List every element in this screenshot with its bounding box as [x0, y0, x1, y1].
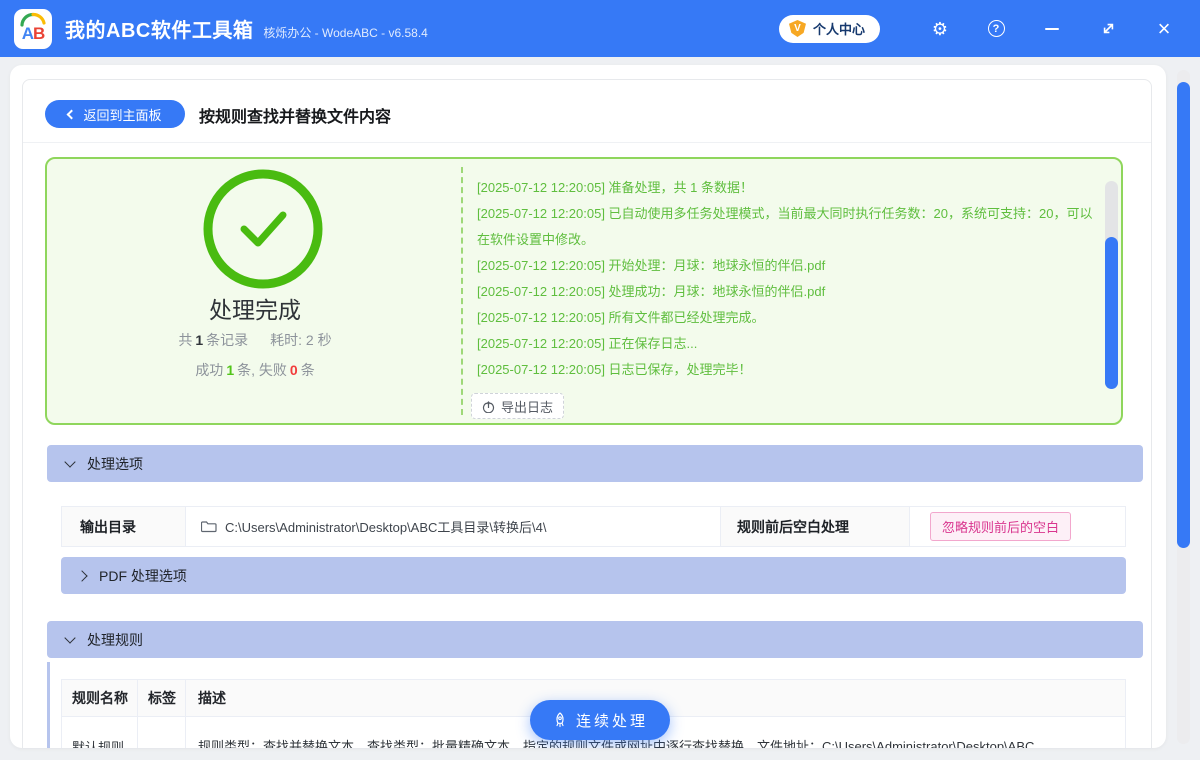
output-dir-value[interactable]: C:\Users\Administrator\Desktop\ABC工具目录\转…: [186, 507, 720, 546]
whitespace-value: 忽略规则前后的空白: [910, 507, 1125, 546]
rule-tag-cell: [138, 717, 186, 748]
result-summary: 处理完成 共1条记录耗时: 2 秒 成功1条, 失败0条: [47, 159, 463, 423]
rocket-icon: [552, 712, 568, 728]
log-entry: [2025-07-12 12:20:05] 准备处理，共 1 条数据！: [477, 175, 1095, 201]
output-dir-label: 输出目录: [62, 507, 186, 546]
app-window: AB 我的ABC软件工具箱 核烁办公 - WodeABC - v6.58.4 V…: [0, 0, 1200, 760]
log-entry: [2025-07-12 12:20:05] 正在保存日志...: [477, 331, 1095, 357]
section-processing-rules[interactable]: 处理规则: [47, 621, 1143, 658]
header-divider: [23, 142, 1151, 143]
log-entry: [2025-07-12 12:20:05] 所有文件都已经处理完成。: [477, 305, 1095, 331]
total-count: 1: [195, 332, 203, 348]
help-button[interactable]: ?: [968, 20, 1024, 37]
user-center-button[interactable]: V 个人中心: [779, 15, 880, 43]
titlebar: AB 我的ABC软件工具箱 核烁办公 - WodeABC - v6.58.4 V…: [0, 0, 1200, 57]
result-panel: 处理完成 共1条记录耗时: 2 秒 成功1条, 失败0条 [2025-07-12…: [45, 157, 1123, 425]
log-entry: [2025-07-12 12:20:05] 开始处理：月球：地球永恒的伴侣.pd…: [477, 253, 1095, 279]
rules-accent-line: [47, 662, 50, 748]
close-button[interactable]: ×: [1136, 18, 1192, 40]
minimize-icon: [1045, 28, 1059, 30]
user-center-label: 个人中心: [813, 19, 865, 38]
gear-icon: ⚙: [932, 20, 948, 38]
continue-processing-button[interactable]: 连续处理: [530, 700, 670, 740]
chevron-left-icon: [67, 110, 77, 120]
export-log-label: 导出日志: [501, 397, 553, 416]
fail-count: 0: [290, 362, 298, 378]
page-title: 按规则查找并替换文件内容: [199, 103, 391, 127]
log-divider: [461, 167, 463, 415]
header-tag: 标签: [138, 680, 186, 716]
continue-label: 连续处理: [576, 710, 648, 731]
log-scrollbar[interactable]: [1105, 181, 1118, 389]
help-icon: ?: [988, 20, 1005, 37]
chevron-down-icon: [64, 456, 75, 467]
whitespace-tag[interactable]: 忽略规则前后的空白: [930, 512, 1071, 541]
chevron-down-icon: [64, 632, 75, 643]
export-log-button[interactable]: 导出日志: [471, 393, 564, 419]
main-scrollbar-thumb[interactable]: [1177, 82, 1190, 548]
log-scrollbar-thumb[interactable]: [1105, 237, 1118, 389]
back-button-label: 返回到主面板: [83, 105, 161, 124]
vip-badge-icon: V: [789, 20, 806, 37]
log-entry: [2025-07-12 12:20:05] 已自动使用多任务处理模式，当前最大同…: [477, 201, 1095, 253]
stats-line-2: 成功1条, 失败0条: [47, 360, 463, 380]
settings-button[interactable]: ⚙: [912, 20, 968, 38]
log-entry: [2025-07-12 12:20:05] 处理成功：月球：地球永恒的伴侣.pd…: [477, 279, 1095, 305]
main-scrollbar[interactable]: [1177, 70, 1190, 744]
section-processing-options[interactable]: 处理选项: [47, 445, 1143, 482]
upload-icon: [482, 400, 495, 413]
app-logo-text: AB: [22, 25, 45, 42]
app-logo-icon: AB: [14, 9, 52, 49]
folder-icon: [201, 520, 217, 533]
whitespace-label: 规则前后空白处理: [720, 507, 910, 546]
expand-icon: [1101, 21, 1116, 36]
header-rule-name: 规则名称: [62, 680, 138, 716]
app-title: 我的ABC软件工具箱: [65, 14, 253, 43]
minimize-button[interactable]: [1024, 28, 1080, 30]
back-to-dashboard-button[interactable]: 返回到主面板: [45, 100, 185, 128]
close-icon: ×: [1158, 18, 1171, 40]
log-entry: [2025-07-12 12:20:05] 日志已保存，处理完毕！: [477, 357, 1095, 383]
chevron-right-icon: [76, 570, 87, 581]
rule-name-cell: 默认规则: [62, 717, 138, 748]
status-title: 处理完成: [47, 291, 463, 325]
resize-button[interactable]: [1080, 21, 1136, 36]
output-dir-path: C:\Users\Administrator\Desktop\ABC工具目录\转…: [225, 517, 546, 536]
success-count: 1: [226, 362, 234, 378]
content-panel: 返回到主面板 按规则查找并替换文件内容 处理完成 共1条记录耗时: 2 秒 成功…: [22, 79, 1152, 748]
app-subtitle: 核烁办公 - WodeABC - v6.58.4: [263, 24, 428, 41]
section-pdf-options[interactable]: PDF 处理选项: [61, 557, 1126, 594]
log-list: [2025-07-12 12:20:05] 准备处理，共 1 条数据！ [202…: [477, 175, 1095, 383]
stats-line-1: 共1条记录耗时: 2 秒: [47, 330, 463, 350]
output-dir-row: 输出目录 C:\Users\Administrator\Desktop\ABC工…: [61, 506, 1126, 547]
success-check-icon: [199, 165, 327, 293]
main-card: 返回到主面板 按规则查找并替换文件内容 处理完成 共1条记录耗时: 2 秒 成功…: [10, 65, 1166, 748]
